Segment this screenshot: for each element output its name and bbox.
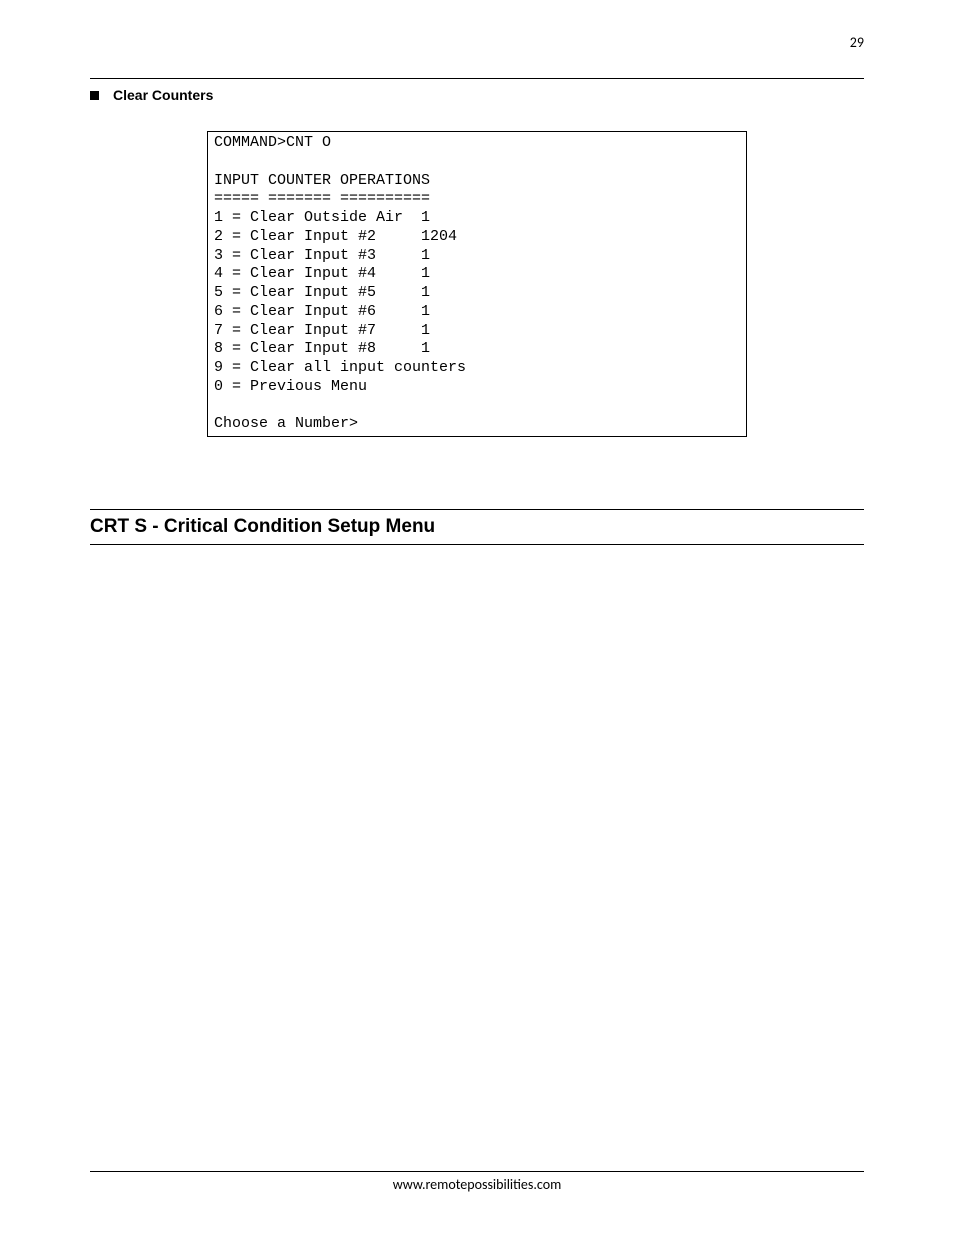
- top-divider: [90, 78, 864, 79]
- terminal-output: COMMAND>CNT O INPUT COUNTER OPERATIONS =…: [207, 131, 747, 437]
- terminal-header: INPUT COUNTER OPERATIONS: [214, 172, 430, 189]
- command-line: COMMAND>CNT O: [214, 134, 331, 151]
- section-title: CRT S - Critical Condition Setup Menu: [90, 510, 864, 544]
- bullet-clear-counters: Clear Counters: [90, 87, 864, 103]
- terminal-row: 0 = Previous Menu: [214, 378, 367, 395]
- terminal-row: 6 = Clear Input #6 1: [214, 303, 430, 320]
- terminal-row: 1 = Clear Outside Air 1: [214, 209, 430, 226]
- page-number: 29: [850, 34, 864, 51]
- terminal-row: 2 = Clear Input #2 1204: [214, 228, 457, 245]
- page-footer: www.remotepossibilities.com: [90, 1171, 864, 1193]
- terminal-prompt: Choose a Number>: [214, 415, 358, 432]
- terminal-underline: ===== ======= ==========: [214, 190, 430, 207]
- footer-divider: [90, 1171, 864, 1172]
- terminal-row: 4 = Clear Input #4 1: [214, 265, 430, 282]
- square-bullet-icon: [90, 91, 99, 100]
- terminal-row: 3 = Clear Input #3 1: [214, 247, 430, 264]
- terminal-row: 8 = Clear Input #8 1: [214, 340, 430, 357]
- terminal-row: 7 = Clear Input #7 1: [214, 322, 430, 339]
- terminal-row: 9 = Clear all input counters: [214, 359, 466, 376]
- section-divider-bottom: [90, 544, 864, 545]
- bullet-label: Clear Counters: [113, 87, 213, 103]
- terminal-row: 5 = Clear Input #5 1: [214, 284, 430, 301]
- footer-text: www.remotepossibilities.com: [90, 1176, 864, 1193]
